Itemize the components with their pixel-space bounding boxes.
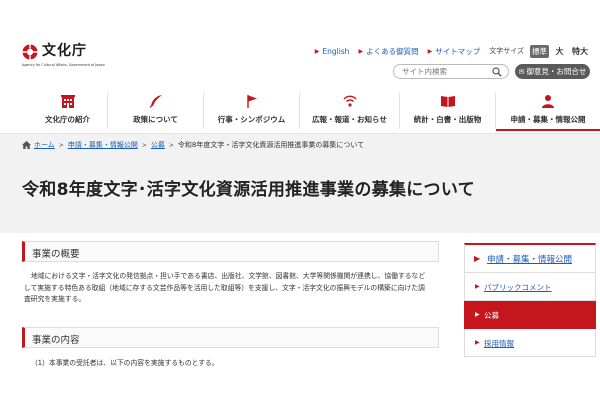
side-nav-item-employment[interactable]: ▶ 採用情報: [464, 329, 596, 357]
nav-item-applications[interactable]: 申請・募集・情報公開: [496, 93, 600, 131]
global-nav: 文化庁の紹介 政策について 行事・シンポジウム 広報・報道・お知らせ 統計・白書…: [28, 93, 600, 131]
breadcrumb: ホーム > 申請・募集・情報公開 > 公募 > 令和8年度文字・活字文化資源活用…: [22, 140, 364, 150]
nav-item-events[interactable]: 行事・シンポジウム: [204, 93, 300, 129]
search-icon[interactable]: [492, 67, 502, 77]
nav-item-statistics[interactable]: 統計・白書・出版物: [400, 93, 496, 129]
site-logo[interactable]: 文化庁 Agency for Cultural Affairs, Governm…: [22, 42, 122, 74]
home-icon: [22, 141, 31, 149]
breadcrumb-applications-link[interactable]: 申請・募集・情報公開: [68, 140, 138, 150]
side-nav-item-recruitment[interactable]: ▶ 公募: [464, 301, 596, 329]
content-paragraph: （1）本事業の受託者は、以下の内容を実施するものとする。: [24, 358, 434, 370]
link-arrow-icon: ▶: [314, 47, 320, 55]
section-heading-overview: 事業の概要: [22, 241, 439, 262]
font-size-standard-button[interactable]: 標準: [530, 44, 549, 58]
paragraph-line: 査研究を実施する。: [24, 295, 86, 303]
faq-link[interactable]: ▶ よくある御質問: [358, 46, 418, 57]
chevron-right-icon: ▶: [475, 283, 480, 290]
nav-item-label: 広報・報道・お知らせ: [312, 115, 387, 124]
search-input[interactable]: [402, 66, 490, 77]
mail-icon: ✉: [518, 67, 525, 76]
breadcrumb-current: 令和8年度文字・活字文化資源活用推進事業の募集について: [177, 141, 365, 149]
book-icon: [440, 96, 455, 107]
chevron-right-icon: ▶: [474, 254, 481, 263]
person-icon: [542, 95, 554, 108]
breadcrumb-recruitment-link[interactable]: 公募: [151, 140, 165, 150]
nav-item-label: 行事・シンポジウム: [217, 115, 286, 124]
link-arrow-icon: ▶: [427, 47, 433, 55]
section-heading-content: 事業の内容: [22, 327, 439, 348]
overview-paragraph: 地域における文字・活字文化の発信拠点・担い手である書店、出版社、文学館、図書館、…: [24, 271, 434, 306]
broadcast-icon: [342, 95, 357, 107]
font-size-xlarge-button[interactable]: 特大: [570, 45, 590, 58]
side-nav-title[interactable]: ▶ 申請・募集・情報公開: [464, 243, 596, 273]
paragraph-line: 地域における文字・活字文化の発信拠点・担い手である書店、出版社、文学館、図書館、…: [31, 272, 426, 280]
breadcrumb-separator-icon: >: [168, 141, 174, 149]
link-arrow-icon: ▶: [358, 47, 364, 55]
utility-bar: ▶ English ▶ よくある御質問 ▶ サイトマップ 文字サイズ 標準 大 特大: [315, 44, 590, 58]
chevron-right-icon: ▶: [475, 339, 480, 346]
nav-item-label: 申請・募集・情報公開: [510, 115, 586, 124]
nav-item-about[interactable]: 文化庁の紹介: [28, 93, 108, 129]
logo-subtitle: Agency for Cultural Affairs, Government …: [22, 63, 105, 67]
sitemap-link[interactable]: ▶ サイトマップ: [428, 46, 481, 57]
nav-item-label: 政策について: [133, 115, 178, 124]
site-header: 文化庁 Agency for Cultural Affairs, Governm…: [0, 0, 600, 133]
logo-name: 文化庁: [42, 43, 87, 59]
breadcrumb-separator-icon: >: [58, 141, 64, 149]
site-search: [393, 64, 509, 79]
nav-item-label: 統計・白書・出版物: [413, 115, 482, 124]
english-link[interactable]: ▶ English: [315, 47, 350, 56]
side-nav-item-public-comment[interactable]: ▶ パブリックコメント: [464, 273, 596, 301]
building-icon: [60, 95, 75, 108]
paragraph-line: して実施する特色ある取組（地域に存する文芸作品等を活用した取組等）を支援し、文字…: [24, 283, 425, 292]
breadcrumb-separator-icon: >: [141, 141, 147, 149]
page-title: 令和8年度文字･活字文化資源活用推進事業の募集について: [22, 180, 475, 200]
breadcrumb-home-link[interactable]: ホーム: [34, 140, 55, 150]
font-size-label: 文字サイズ: [489, 47, 524, 55]
font-size-large-button[interactable]: 大: [551, 45, 568, 58]
logo-mark-icon: [22, 44, 38, 60]
nav-item-policy[interactable]: 政策について: [108, 93, 204, 129]
nav-item-news[interactable]: 広報・報道・お知らせ: [300, 93, 400, 129]
nav-item-label: 文化庁の紹介: [45, 115, 90, 124]
flag-icon: [246, 95, 257, 108]
chevron-right-icon: ▶: [475, 311, 480, 318]
feather-icon: [149, 95, 162, 108]
contact-button[interactable]: ✉ 御意見・お問合せ: [515, 64, 590, 79]
paragraph-line: （1）本事業の受託者は、以下の内容を実施するものとする。: [31, 359, 219, 367]
